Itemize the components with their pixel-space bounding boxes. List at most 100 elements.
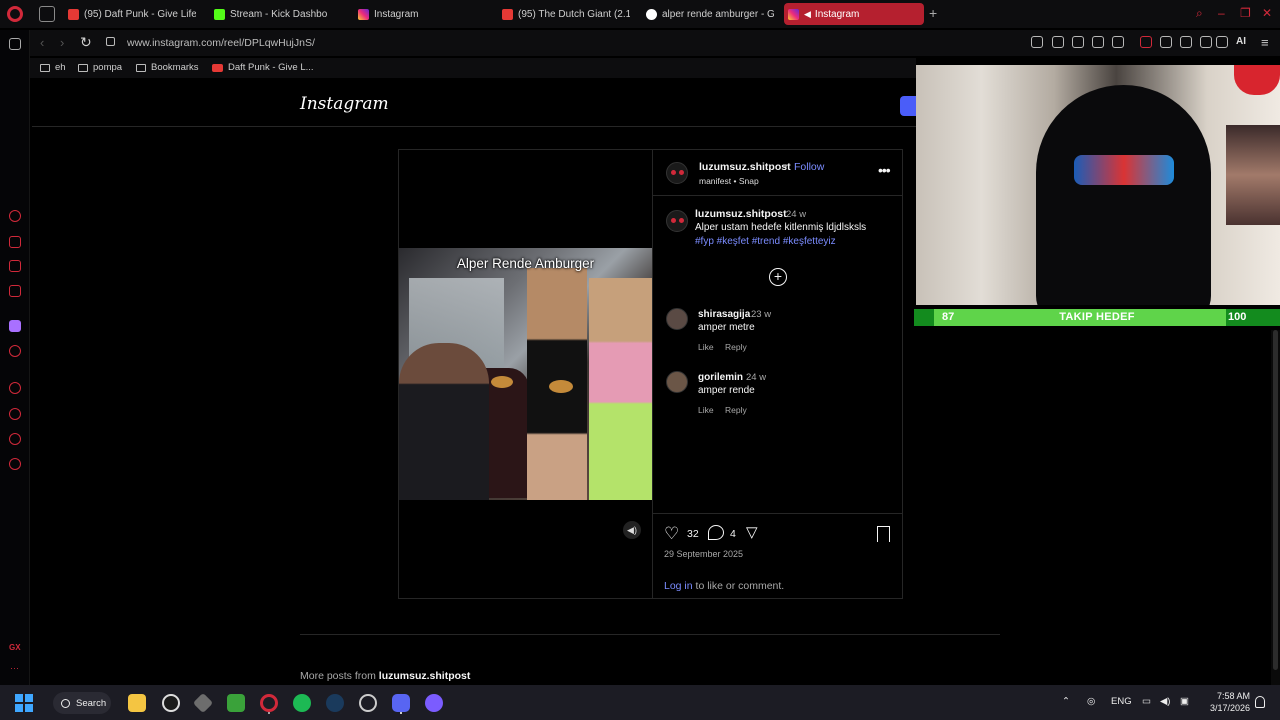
- heart-icon[interactable]: ♡: [664, 525, 679, 542]
- back-arrow-icon[interactable]: ‹: [40, 35, 44, 50]
- reload-icon[interactable]: ↻: [80, 34, 92, 51]
- bookmark-pompa[interactable]: pompa: [78, 62, 122, 73]
- taskbar-search[interactable]: Search: [53, 692, 111, 714]
- history-icon[interactable]: [9, 408, 21, 420]
- palette-icon[interactable]: [1160, 36, 1172, 48]
- post-username[interactable]: luzumsuz.shitpost: [699, 161, 791, 173]
- comment-text: amper metre: [698, 322, 755, 333]
- instagram-logo[interactable]: Instagram: [300, 94, 389, 114]
- search-tabs-icon[interactable]: ⌕: [1196, 6, 1203, 20]
- bookmark-bookmarks[interactable]: Bookmarks: [136, 62, 199, 73]
- more-dots-icon[interactable]: ···: [10, 663, 19, 673]
- minecraft-icon[interactable]: [227, 694, 245, 712]
- close-button[interactable]: ✕: [1262, 6, 1272, 20]
- comment-like-button[interactable]: Like: [698, 342, 714, 352]
- gx-extension-icon[interactable]: [1140, 36, 1152, 48]
- youtube-music-icon[interactable]: [9, 345, 21, 357]
- load-more-comments-icon[interactable]: +: [769, 268, 787, 286]
- gx-cleaner-icon[interactable]: [9, 260, 21, 272]
- video-frame[interactable]: Alper Rende Amburger: [399, 248, 652, 500]
- tab-kick-dashboard[interactable]: Stream - Kick Dashbo: [210, 3, 340, 25]
- caption-avatar[interactable]: [666, 210, 688, 232]
- bookmark-daft-punk[interactable]: Daft Punk - Give L...: [212, 62, 314, 73]
- tab-overview-icon[interactable]: [39, 6, 55, 22]
- settings-gear-icon[interactable]: [9, 458, 21, 470]
- system-clock[interactable]: 7:58 AM 3/17/2026: [1200, 690, 1250, 714]
- app-globe-icon[interactable]: [359, 694, 377, 712]
- tab-daft-punk[interactable]: (95) Daft Punk - Give Life: [64, 3, 196, 25]
- hashtags[interactable]: #fyp #keşfet #trend #keşfetteyiz: [695, 236, 836, 247]
- comment-username[interactable]: shirasagija: [698, 309, 750, 320]
- windows-start-icon[interactable]: [15, 694, 33, 712]
- comment-bubble-icon[interactable]: [708, 525, 724, 540]
- comment-username[interactable]: gorilemin: [698, 372, 743, 383]
- steam-icon[interactable]: [326, 694, 344, 712]
- reel-video[interactable]: Alper Rende Amburger ◀): [399, 150, 652, 598]
- volume-icon[interactable]: ◀): [623, 521, 641, 539]
- aria-ai-button[interactable]: AI: [1236, 36, 1246, 47]
- audio-track[interactable]: manifest • Snap: [699, 176, 759, 186]
- display-icon[interactable]: ▭: [1142, 696, 1151, 707]
- gx-corner-icon[interactable]: [9, 236, 21, 248]
- login-link[interactable]: Log in: [664, 580, 693, 592]
- play-icon[interactable]: [1092, 36, 1104, 48]
- share-icon[interactable]: ▽: [746, 523, 758, 541]
- url-field[interactable]: www.instagram.com/reel/DPLqwHujJnS/: [127, 37, 315, 49]
- person-seated: [399, 343, 489, 500]
- menu-hamburger-icon[interactable]: ≡: [1261, 35, 1269, 50]
- comment-like-button[interactable]: Like: [698, 405, 714, 415]
- comment-avatar[interactable]: [666, 308, 688, 330]
- new-tab-button[interactable]: +: [929, 6, 937, 20]
- caption-username[interactable]: luzumsuz.shitpost: [695, 208, 787, 220]
- battery-icon[interactable]: [1200, 36, 1212, 48]
- spotify-icon[interactable]: [293, 694, 311, 712]
- microphone-icon[interactable]: ◎: [1087, 696, 1095, 707]
- discord-icon[interactable]: [392, 694, 410, 712]
- bookmark-eh[interactable]: eh: [40, 62, 66, 73]
- login-button-partial[interactable]: [900, 96, 916, 116]
- tab-dutch-giant[interactable]: (95) The Dutch Giant (2.1: [498, 3, 630, 25]
- gx-control-icon[interactable]: [9, 210, 21, 222]
- reload-sidebar-icon[interactable]: [9, 38, 21, 50]
- twitch-icon[interactable]: [9, 320, 21, 332]
- pin-icon[interactable]: [1031, 36, 1043, 48]
- notification-bell-icon[interactable]: [1255, 696, 1265, 708]
- obs-icon[interactable]: [162, 694, 180, 712]
- app-purple-icon[interactable]: [425, 694, 443, 712]
- screenshot-icon[interactable]: [1052, 36, 1064, 48]
- shield-icon[interactable]: [1072, 36, 1084, 48]
- page-scrollbar[interactable]: [1271, 330, 1280, 685]
- tab-instagram[interactable]: Instagram: [354, 3, 484, 25]
- bookmark-save-icon[interactable]: [877, 526, 890, 542]
- more-posts-username[interactable]: luzumsuz.shitpost: [379, 670, 471, 682]
- comment-reply-button[interactable]: Reply: [725, 405, 747, 415]
- extensions-icon[interactable]: [9, 433, 21, 445]
- file-explorer-icon[interactable]: [128, 694, 146, 712]
- volume-tray-icon[interactable]: ◀): [1160, 696, 1170, 707]
- tab-instagram-active[interactable]: ◀ Instagram: [784, 3, 924, 25]
- comment-avatar[interactable]: [666, 371, 688, 393]
- puzzle-extensions-icon[interactable]: [1180, 36, 1192, 48]
- opera-logo-icon[interactable]: [7, 6, 23, 22]
- more-options-icon[interactable]: •••: [878, 162, 891, 178]
- forward-arrow-icon[interactable]: ›: [60, 35, 64, 50]
- download-icon[interactable]: [1216, 36, 1228, 48]
- app-cube-icon[interactable]: [192, 692, 214, 714]
- messenger-icon[interactable]: [9, 285, 21, 297]
- avatar[interactable]: [666, 162, 688, 184]
- search-icon: [61, 698, 70, 708]
- likes-count[interactable]: 32: [687, 528, 699, 540]
- lock-icon[interactable]: [106, 37, 115, 46]
- follow-button[interactable]: Follow: [794, 161, 824, 173]
- comment-reply-button[interactable]: Reply: [725, 342, 747, 352]
- tab-google-search[interactable]: alper rende amburger - G: [642, 3, 774, 25]
- language-indicator[interactable]: ENG: [1111, 696, 1132, 707]
- tray-chevron-icon[interactable]: ⌃: [1062, 696, 1070, 707]
- scrollbar-thumb[interactable]: [1273, 330, 1278, 670]
- player-icon[interactable]: [9, 382, 21, 394]
- battery-tray-icon[interactable]: ▣: [1180, 696, 1189, 707]
- opera-gx-taskbar-icon[interactable]: [260, 694, 278, 712]
- heart-icon[interactable]: [1112, 36, 1124, 48]
- minimize-button[interactable]: –: [1218, 6, 1225, 20]
- maximize-button[interactable]: ❐: [1240, 6, 1251, 20]
